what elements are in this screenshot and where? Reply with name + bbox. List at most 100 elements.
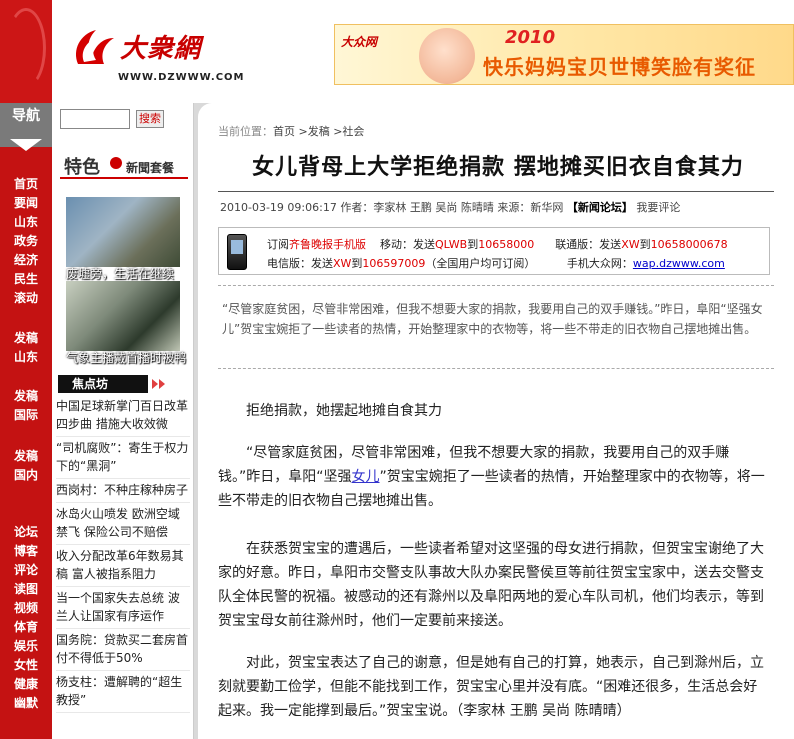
promo-number: 106597009 [362,257,426,270]
focus-list: 中国足球新掌门百日改革四步曲 措施大收效微 “司机腐败”：寄生于权力下的“黑洞”… [56,395,190,713]
wap-link[interactable]: wap.dzwww.com [633,257,725,270]
baby-image [419,28,475,84]
photo-caption-1[interactable]: 废墟旁，生活在继续 [66,265,174,282]
promo-text: 移动：发送 [380,238,435,251]
nav-item[interactable]: 体育 [0,618,52,637]
promo-line-2: 电信版：发送XW到106597009（全国用户均可订阅） 手机大众网：wap.d… [267,255,725,271]
mobile-promo-box: 订阅齐鲁晚报手机版 移动：发送QLWB到10658000 联通版：发送XW到10… [218,227,770,275]
nav-group-2: 发稿 山东 [0,329,52,367]
arrow-icon [159,379,165,389]
nav-item[interactable]: 首页 [0,175,52,194]
focus-link[interactable]: 中国足球新掌门百日改革四步曲 措施大收效微 [56,395,190,437]
promo-text: 手机大众网： [566,257,633,270]
left-nav: 导航 首页 要闻 山东 政务 经济 民生 滚动 发稿 山东 发稿 国际 发稿 国… [0,103,52,739]
meta-date: 2010-03-19 09:06:17 [220,201,337,214]
top-header: 大衆網 WWW.DZWWW.COM 大众网 2010 快乐妈妈宝贝世博笑脸有奖征 [0,0,794,103]
article-paragraph-2: 在获悉贺宝宝的遭遇后，一些读者希望对这坚强的母女进行捐款，但贺宝宝谢绝了大家的好… [218,541,764,629]
feature-subtitle: 新聞套餐 [126,161,175,175]
focus-link[interactable]: 国务院：贷款买二套房首付不得低于50% [56,629,190,671]
article-summary: “尽管家庭贫困，尽管非常困难，但我不想要大家的捐款，我要用自己的双手赚钱。”昨日… [222,302,763,336]
article-panel: 当前位置：首页 >发稿 >社会 女儿背母上大学拒绝捐款 摆地摊买旧衣自食其力 2… [198,103,794,739]
nav-item[interactable]: 发稿 [0,329,52,348]
nav-item[interactable]: 滚动 [0,289,52,308]
logo-url: WWW.DZWWW.COM [118,72,245,83]
news-photo-1[interactable] [66,197,180,267]
article-title: 女儿背母上大学拒绝捐款 摆地摊买旧衣自食其力 [252,155,744,180]
nav-item[interactable]: 要闻 [0,194,52,213]
promo-line-1: 订阅齐鲁晚报手机版 移动：发送QLWB到10658000 联通版：发送XW到10… [267,236,728,252]
article-meta: 2010-03-19 09:06:17 作者：李家林 王鹏 吴尚 陈晴晴 来源：… [220,199,680,215]
banner-year: 2010 [505,27,556,48]
meta-forum-link[interactable]: 【新闻论坛】 [567,201,633,214]
focus-link[interactable]: 冰岛火山喷发 欧洲空域禁飞 保险公司不赔偿 [56,503,190,545]
nav-group-1: 首页 要闻 山东 政务 经济 民生 滚动 [0,175,52,308]
sidebar: 搜索 特色 新聞套餐 废墟旁，生活在继续 气象主播戴首播时被鸭 焦点坊 中国足球… [52,103,194,739]
search-button[interactable]: 搜索 [136,110,164,128]
nav-item[interactable]: 发稿 [0,447,52,466]
corner-decoration [0,0,52,103]
promo-text: 到 [467,238,479,251]
nav-item[interactable]: 论坛 [0,523,52,542]
nav-item[interactable]: 幽默 [0,694,52,713]
nav-item[interactable]: 健康 [0,675,52,694]
nav-item[interactable]: 评论 [0,561,52,580]
search-input[interactable] [60,109,130,129]
meta-comment-link[interactable]: 我要评论 [636,201,680,214]
promo-product[interactable]: 齐鲁晚报手机版 [289,238,366,251]
focus-link[interactable]: 西岗村：不种庄稼种房子 [56,479,190,503]
news-photo-2[interactable] [66,281,180,351]
arrow-icon [152,379,158,389]
breadcrumb: 当前位置：首页 >发稿 >社会 [218,123,364,139]
flame-logo-icon [76,30,114,64]
title-divider [218,191,774,192]
nav-item[interactable]: 政务 [0,232,52,251]
breadcrumb-label: 当前位置： [218,125,273,138]
nav-item[interactable]: 民生 [0,270,52,289]
logo-name: 大衆網 [120,34,202,64]
nav-item[interactable]: 视频 [0,599,52,618]
focus-header: 焦点坊 [58,375,148,393]
nav-item[interactable]: 国际 [0,406,52,425]
nav-item[interactable]: 山东 [0,213,52,232]
promo-text: 到 [639,238,651,251]
meta-author: 作者：李家林 王鹏 吴尚 陈晴晴 [340,201,494,214]
nav-group-5: 论坛 博客 评论 读图 视频 体育 娱乐 女性 健康 幽默 [0,523,52,713]
nav-item[interactable]: 国内 [0,466,52,485]
keyword-link[interactable]: 女儿 [352,469,380,485]
promo-code: XW [333,257,352,270]
promo-code: QLWB [435,238,468,251]
nav-item[interactable]: 山东 [0,348,52,367]
nav-item[interactable]: 发稿 [0,387,52,406]
summary-divider-bottom [218,368,774,369]
promo-text: （全国用户均可订阅） [425,257,536,270]
promo-text: 电信版：发送 [267,257,333,270]
banner-slogan: 快乐妈妈宝贝世博笑脸有奖征 [483,55,756,79]
photo-caption-2[interactable]: 气象主播戴首播时被鸭 [66,349,186,366]
nav-header: 导航 [0,103,52,151]
focus-link[interactable]: 当一个国家失去总统 波兰人让国家有序运作 [56,587,190,629]
nav-group-4: 发稿 国内 [0,447,52,485]
nav-group-3: 发稿 国际 [0,387,52,425]
summary-divider-top [218,285,774,286]
nav-header-label: 导航 [12,108,40,124]
focus-link[interactable]: 杨支柱：遭解聘的“超生教授” [56,671,190,713]
site-logo[interactable]: 大衆網 WWW.DZWWW.COM [66,20,244,90]
nav-item[interactable]: 女性 [0,656,52,675]
promo-number: 10658000678 [650,238,728,251]
focus-link[interactable]: 收入分配改革6年数易其稿 富人被指系阻力 [56,545,190,587]
feature-dot-icon [110,157,122,169]
ad-banner[interactable]: 大众网 2010 快乐妈妈宝贝世博笑脸有奖征 [334,24,794,85]
feature-title: 特色 [64,157,100,178]
article-subhead: 拒绝捐款，她摆起地摊自食其力 [246,403,442,419]
breadcrumb-path[interactable]: 首页 >发稿 >社会 [273,125,364,138]
article-paragraph-3: 对此，贺宝宝表达了自己的谢意，但是她有自己的打算，她表示，自己到滁州后，立刻就要… [218,655,764,719]
nav-item[interactable]: 经济 [0,251,52,270]
focus-link[interactable]: “司机腐败”：寄生于权力下的“黑洞” [56,437,190,479]
nav-item[interactable]: 读图 [0,580,52,599]
nav-item[interactable]: 娱乐 [0,637,52,656]
article-paragraph-1: “尽管家庭贫困，尽管非常困难，但我不想要大家的捐款，我要用自己的双手赚钱。”昨日… [218,441,770,513]
banner-logo: 大众网 [341,35,378,49]
nav-item[interactable]: 博客 [0,542,52,561]
promo-code: XW [621,238,640,251]
promo-text: 联通版：发送 [555,238,622,251]
